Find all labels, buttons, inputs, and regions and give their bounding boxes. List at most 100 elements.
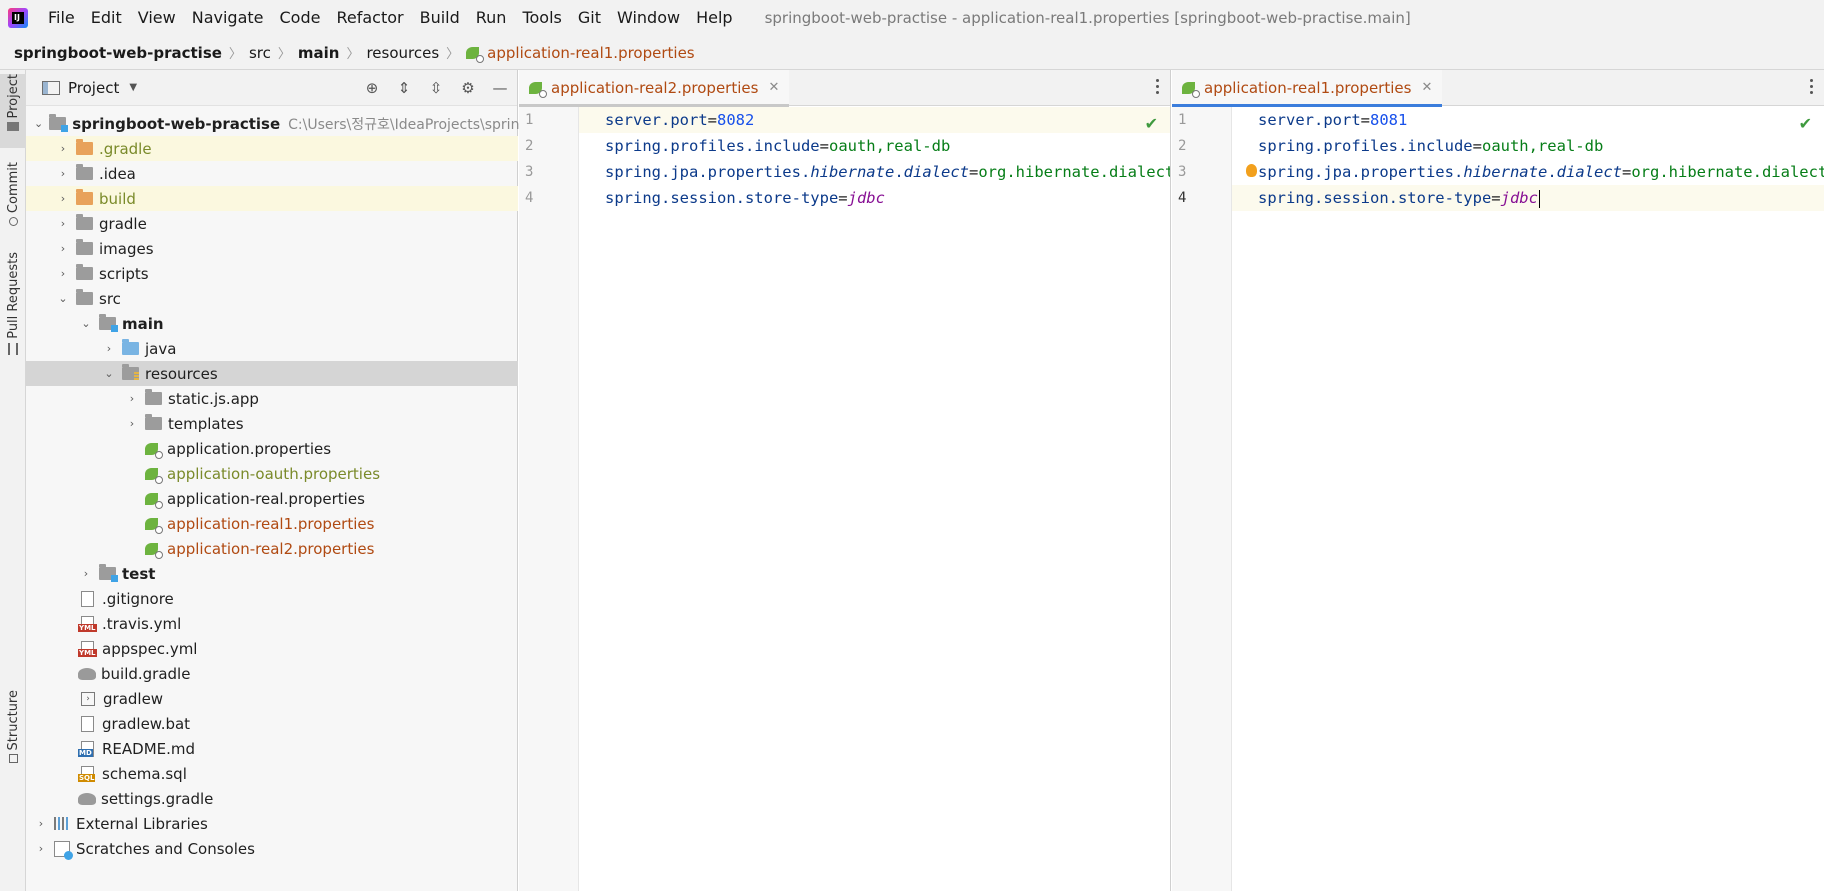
- tree-item-idea[interactable]: › .idea: [26, 161, 518, 186]
- tree-item-readme[interactable]: MD README.md: [26, 736, 518, 761]
- hide-panel-icon[interactable]: —: [491, 79, 509, 97]
- menu-edit[interactable]: Edit: [83, 0, 130, 36]
- tree-item-application-real2-properties[interactable]: application-real2.properties: [26, 536, 518, 561]
- tree-item-label: test: [122, 564, 156, 583]
- tree-item-scratches[interactable]: › Scratches and Consoles: [26, 836, 518, 861]
- chevron-right-icon[interactable]: ›: [125, 392, 139, 406]
- menu-window[interactable]: Window: [609, 0, 688, 36]
- code-line[interactable]: spring.profiles.include=oauth,real-db: [1232, 133, 1824, 159]
- project-panel-title[interactable]: Project: [68, 79, 119, 97]
- tree-item-gitignore[interactable]: .gitignore: [26, 586, 518, 611]
- breadcrumb-main[interactable]: main: [298, 44, 340, 62]
- chevron-right-icon[interactable]: ›: [56, 242, 70, 256]
- menu-code[interactable]: Code: [272, 0, 329, 36]
- menu-build[interactable]: Build: [412, 0, 468, 36]
- menu-file[interactable]: File: [40, 0, 83, 36]
- tree-item-gradlew-bat[interactable]: gradlew.bat: [26, 711, 518, 736]
- expand-all-icon[interactable]: ⇕: [395, 79, 413, 97]
- tool-tab-commit[interactable]: Commit: [0, 162, 26, 234]
- more-options-icon[interactable]: [1810, 79, 1814, 94]
- no-problems-check-icon[interactable]: ✔: [1799, 114, 1812, 133]
- tree-item-label: application.properties: [167, 439, 332, 458]
- chevron-right-icon[interactable]: ›: [56, 192, 70, 206]
- chevron-right-icon[interactable]: ›: [56, 167, 70, 181]
- editor-tab-real1[interactable]: application-real1.properties ✕: [1172, 69, 1443, 107]
- no-problems-check-icon[interactable]: ✔: [1145, 114, 1158, 133]
- tree-item-main[interactable]: ⌄ main: [26, 311, 518, 336]
- locate-file-icon[interactable]: ⊕: [363, 79, 381, 97]
- code-line[interactable]: server.port=8082: [579, 107, 1170, 133]
- tree-item-src[interactable]: ⌄ src: [26, 286, 518, 311]
- close-icon[interactable]: ✕: [768, 80, 779, 95]
- tree-item-application-properties[interactable]: application.properties: [26, 436, 518, 461]
- tree-item-build-gradle[interactable]: build.gradle: [26, 661, 518, 686]
- gear-icon[interactable]: ⚙: [459, 79, 477, 97]
- breadcrumb-project[interactable]: springboot-web-practise: [14, 44, 222, 62]
- more-options-icon[interactable]: [1156, 79, 1160, 94]
- menu-tools[interactable]: Tools: [514, 0, 569, 36]
- chevron-right-icon[interactable]: ›: [56, 267, 70, 281]
- tree-item-java[interactable]: › java: [26, 336, 518, 361]
- line-number: 1: [525, 112, 534, 128]
- chevron-right-icon[interactable]: ›: [79, 567, 93, 581]
- menu-navigate[interactable]: Navigate: [184, 0, 272, 36]
- tree-item-appspec-yml[interactable]: YML appspec.yml: [26, 636, 518, 661]
- tree-item-external-libraries[interactable]: › External Libraries: [26, 811, 518, 836]
- editor-tab-real2[interactable]: application-real2.properties ✕: [519, 69, 790, 107]
- chevron-down-icon[interactable]: ▼: [129, 82, 137, 93]
- tool-tab-structure[interactable]: Structure: [0, 690, 26, 790]
- tree-item-application-real1-properties[interactable]: application-real1.properties: [26, 511, 518, 536]
- equals-sign: =: [1491, 189, 1501, 207]
- chevron-down-icon[interactable]: ⌄: [56, 292, 70, 306]
- breadcrumb-resources[interactable]: resources: [366, 44, 439, 62]
- menu-run[interactable]: Run: [468, 0, 515, 36]
- breadcrumb-src[interactable]: src: [249, 44, 271, 62]
- chevron-right-icon[interactable]: ›: [102, 342, 116, 356]
- tree-item-application-real-properties[interactable]: application-real.properties: [26, 486, 518, 511]
- tree-item-gradle-cache[interactable]: › .gradle: [26, 136, 518, 161]
- code-line[interactable]: spring.profiles.include=oauth,real-db: [579, 133, 1170, 159]
- menu-view[interactable]: View: [130, 0, 184, 36]
- tree-item-templates[interactable]: › templates: [26, 411, 518, 436]
- tool-tab-project[interactable]: Project: [0, 74, 26, 148]
- code-line-current[interactable]: spring.session.store-type=jdbc: [1232, 185, 1824, 211]
- code-line[interactable]: spring.jpa.properties.hibernate.dialect=…: [579, 159, 1170, 185]
- chevron-down-icon[interactable]: ⌄: [102, 367, 116, 381]
- tree-item-settings-gradle[interactable]: settings.gradle: [26, 786, 518, 811]
- editor-pane-left: application-real2.properties ✕ 1 2 3 4 s…: [519, 69, 1171, 891]
- lightbulb-icon[interactable]: [1246, 164, 1257, 177]
- code-editor[interactable]: server.port=8082 spring.profiles.include…: [579, 107, 1170, 891]
- tree-item-build[interactable]: › build: [26, 186, 518, 211]
- chevron-down-icon[interactable]: ⌄: [34, 117, 43, 131]
- tree-item-schema-sql[interactable]: SQL schema.sql: [26, 761, 518, 786]
- menu-help[interactable]: Help: [688, 0, 740, 36]
- left-tool-strip: Project Commit Pull Requests Structure: [0, 70, 26, 891]
- tree-item-scripts[interactable]: › scripts: [26, 261, 518, 286]
- tree-item-application-oauth-properties[interactable]: application-oauth.properties: [26, 461, 518, 486]
- menu-refactor[interactable]: Refactor: [328, 0, 411, 36]
- chevron-right-icon[interactable]: ›: [56, 217, 70, 231]
- code-line[interactable]: spring.jpa.properties.hibernate.dialect=…: [1232, 159, 1824, 185]
- chevron-right-icon[interactable]: ›: [56, 142, 70, 156]
- code-line[interactable]: spring.session.store-type=jdbc: [579, 185, 1170, 211]
- tree-item-travis-yml[interactable]: YML .travis.yml: [26, 611, 518, 636]
- tree-item-images[interactable]: › images: [26, 236, 518, 261]
- breadcrumb-file[interactable]: application-real1.properties: [466, 44, 695, 63]
- tree-item-resources[interactable]: ⌄ resources: [26, 361, 518, 386]
- chevron-right-icon[interactable]: ›: [34, 842, 48, 856]
- tree-item-label: .travis.yml: [102, 614, 182, 633]
- chevron-right-icon[interactable]: ›: [125, 417, 139, 431]
- tree-item-test[interactable]: › test: [26, 561, 518, 586]
- tree-item-gradlew[interactable]: › gradlew: [26, 686, 518, 711]
- menu-git[interactable]: Git: [570, 0, 609, 36]
- tree-item-static[interactable]: › static.js.app: [26, 386, 518, 411]
- tool-tab-pull-requests[interactable]: Pull Requests: [0, 252, 26, 364]
- chevron-down-icon[interactable]: ⌄: [79, 317, 93, 331]
- tree-item-root[interactable]: ⌄ springboot-web-practise C:\Users\정규호\I…: [26, 111, 655, 136]
- code-editor[interactable]: server.port=8081 spring.profiles.include…: [1232, 107, 1824, 891]
- tree-item-gradle[interactable]: › gradle: [26, 211, 518, 236]
- collapse-all-icon[interactable]: ⇳: [427, 79, 445, 97]
- close-icon[interactable]: ✕: [1421, 80, 1432, 95]
- code-line[interactable]: server.port=8081: [1232, 107, 1824, 133]
- chevron-right-icon[interactable]: ›: [34, 817, 48, 831]
